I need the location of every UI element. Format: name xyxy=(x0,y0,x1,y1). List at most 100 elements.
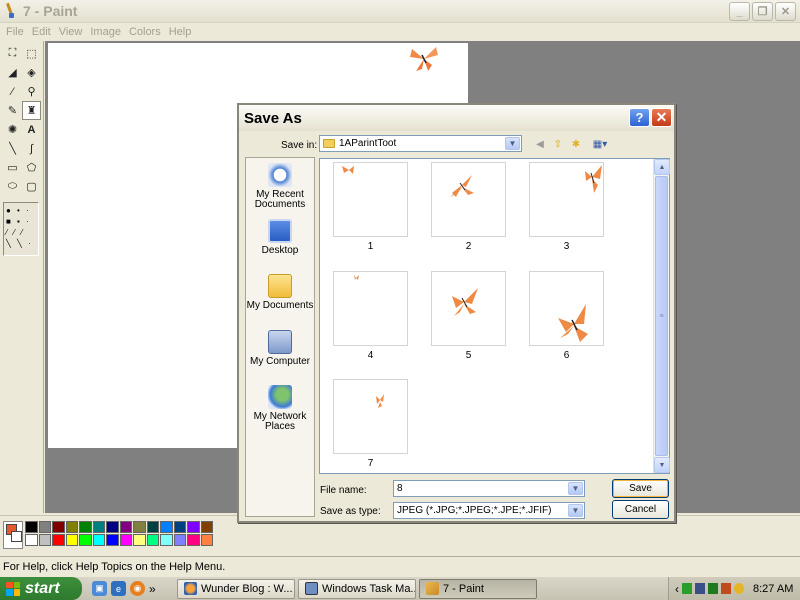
show-desktop-icon[interactable]: ▣ xyxy=(92,581,107,596)
rectangle-icon[interactable]: ▭ xyxy=(3,158,22,177)
start-button[interactable]: start xyxy=(0,577,82,600)
file-label[interactable]: 4 xyxy=(333,350,408,361)
file-label[interactable]: 3 xyxy=(529,241,604,252)
menu-edit[interactable]: Edit xyxy=(28,26,55,38)
save-button[interactable]: Save xyxy=(612,479,669,498)
file-thumbnail[interactable] xyxy=(333,271,408,346)
rounded-rect-icon[interactable]: ▢ xyxy=(22,177,41,196)
palette-swatch[interactable] xyxy=(52,521,65,533)
taskbar-item-task-manager[interactable]: Windows Task Ma... xyxy=(298,578,416,599)
palette-swatch[interactable] xyxy=(38,521,51,533)
file-thumbnail[interactable] xyxy=(529,162,604,237)
eraser-icon[interactable]: ◢ xyxy=(3,63,22,82)
curve-icon[interactable]: ∫ xyxy=(22,139,41,158)
palette-swatch[interactable] xyxy=(92,534,105,546)
palette-swatch[interactable] xyxy=(25,521,38,533)
file-name-input[interactable]: 8 ▼ xyxy=(393,480,585,497)
palette-swatch[interactable] xyxy=(146,521,159,533)
file-thumbnail[interactable] xyxy=(333,162,408,237)
palette-swatch[interactable] xyxy=(133,521,146,533)
file-label[interactable]: 7 xyxy=(333,458,408,469)
file-thumbnail[interactable] xyxy=(529,271,604,346)
file-label[interactable]: 5 xyxy=(431,350,506,361)
palette-swatch[interactable] xyxy=(173,534,186,546)
network-tray-icon[interactable] xyxy=(682,583,692,594)
file-label[interactable]: 1 xyxy=(333,241,408,252)
views-menu-icon[interactable]: ▦▾ xyxy=(589,137,611,151)
airbrush-icon[interactable]: ✺ xyxy=(3,120,22,139)
palette-swatch[interactable] xyxy=(119,534,132,546)
menu-help[interactable]: Help xyxy=(165,26,196,38)
palette-swatch[interactable] xyxy=(200,521,213,533)
palette-swatch[interactable] xyxy=(187,521,200,533)
taskbar-item-wunder-blog[interactable]: Wunder Blog : W... xyxy=(177,578,295,599)
place-my-computer[interactable]: My Computer xyxy=(246,330,314,367)
palette-swatch[interactable] xyxy=(92,521,105,533)
palette-swatch[interactable] xyxy=(79,534,92,546)
up-folder-icon[interactable]: ⇧ xyxy=(551,137,565,151)
palette-swatch[interactable] xyxy=(65,534,78,546)
close-window-button[interactable]: ✕ xyxy=(775,2,796,21)
free-form-select-icon[interactable]: ⛶ xyxy=(3,44,22,63)
palette-swatch[interactable] xyxy=(160,521,173,533)
ellipse-icon[interactable]: ⬭ xyxy=(3,177,22,196)
taskbar-item-paint[interactable]: 7 - Paint xyxy=(419,578,537,599)
brush-icon[interactable]: ♜ xyxy=(22,101,41,120)
back-icon[interactable]: ◀ xyxy=(533,137,547,151)
save-as-type-combo[interactable]: JPEG (*.JPG;*.JPEG;*.JPE;*.JFIF) ▼ xyxy=(393,502,585,519)
tray-expand-icon[interactable]: ‹ xyxy=(675,582,679,596)
pencil-icon[interactable]: ✎ xyxy=(3,101,22,120)
palette-swatch[interactable] xyxy=(65,521,78,533)
minimize-button[interactable]: _ xyxy=(729,2,750,21)
palette-swatch[interactable] xyxy=(133,534,146,546)
polygon-icon[interactable]: ⬠ xyxy=(22,158,41,177)
vertical-scrollbar[interactable]: ▲ ≡ ▼ xyxy=(653,159,670,473)
fill-bucket-icon[interactable]: ◈ xyxy=(22,63,41,82)
scroll-down-icon[interactable]: ▼ xyxy=(654,457,670,473)
chevron-down-icon[interactable]: ▼ xyxy=(505,137,520,150)
palette-swatch[interactable] xyxy=(200,534,213,546)
menu-colors[interactable]: Colors xyxy=(125,26,165,38)
place-desktop[interactable]: Desktop xyxy=(246,219,314,256)
palette-swatch[interactable] xyxy=(106,534,119,546)
file-thumbnail[interactable] xyxy=(431,271,506,346)
dialog-close-button[interactable]: ✕ xyxy=(651,108,672,127)
chevron-down-icon[interactable]: ▼ xyxy=(568,504,583,517)
palette-swatch[interactable] xyxy=(38,534,51,546)
place-network[interactable]: My Network Places xyxy=(246,385,314,432)
messenger-tray-icon[interactable] xyxy=(734,583,744,594)
place-recent[interactable]: My Recent Documents xyxy=(246,163,314,210)
color-picker-icon[interactable]: ⁄ xyxy=(3,82,22,101)
place-my-documents[interactable]: My Documents xyxy=(246,274,314,311)
monitor-tray-icon[interactable] xyxy=(695,583,705,594)
menu-file[interactable]: File xyxy=(2,26,28,38)
palette-swatch[interactable] xyxy=(25,534,38,546)
new-folder-icon[interactable]: ✱ xyxy=(569,137,583,151)
file-label[interactable]: 6 xyxy=(529,350,604,361)
menu-view[interactable]: View xyxy=(55,26,87,38)
file-thumbnail[interactable] xyxy=(431,162,506,237)
file-label[interactable]: 2 xyxy=(431,241,506,252)
current-colors[interactable] xyxy=(3,521,23,549)
text-icon[interactable]: A xyxy=(22,120,41,139)
scroll-thumb[interactable]: ≡ xyxy=(655,176,668,456)
magnifier-icon[interactable]: ⚲ xyxy=(22,82,41,101)
palette-swatch[interactable] xyxy=(187,534,200,546)
palette-swatch[interactable] xyxy=(119,521,132,533)
rect-select-icon[interactable]: ⬚ xyxy=(22,44,41,63)
maximize-button[interactable]: ❐ xyxy=(752,2,773,21)
palette-swatch[interactable] xyxy=(173,521,186,533)
palette-swatch[interactable] xyxy=(79,521,92,533)
tool-options[interactable]: ● • · ■ ▪ · ⁄ ⁄ ⁄ ╲ ╲ · xyxy=(3,202,39,256)
palette-swatch[interactable] xyxy=(106,521,119,533)
security-tray-icon[interactable] xyxy=(708,583,718,594)
browser-icon[interactable]: ◉ xyxy=(130,581,145,596)
cancel-button[interactable]: Cancel xyxy=(612,500,669,519)
app-tray-icon[interactable] xyxy=(721,583,731,594)
chevron-down-icon[interactable]: ▼ xyxy=(568,482,583,495)
palette-swatch[interactable] xyxy=(146,534,159,546)
quick-launch-overflow[interactable]: » xyxy=(149,582,156,596)
menu-image[interactable]: Image xyxy=(86,26,125,38)
line-icon[interactable]: ╲ xyxy=(3,139,22,158)
file-thumbnail[interactable] xyxy=(333,379,408,454)
